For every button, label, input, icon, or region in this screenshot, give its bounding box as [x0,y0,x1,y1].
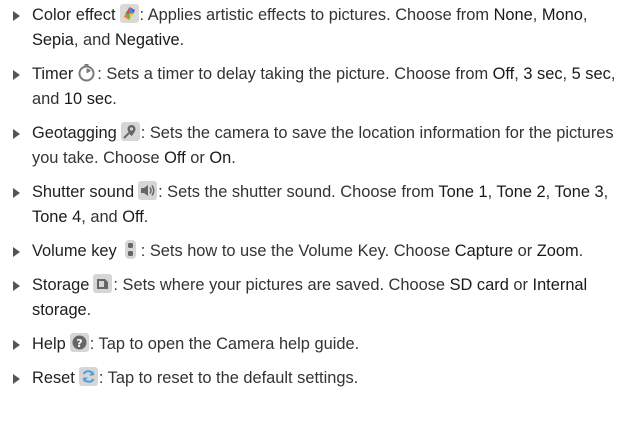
option-value: Tone 4 [32,208,82,226]
volume-key-icon [121,240,140,259]
separator-text: or [513,242,537,260]
option-value: 5 sec [571,65,611,83]
item-description: : Sets a timer to delay taking the pictu… [97,65,493,83]
svg-text:?: ? [76,337,82,350]
settings-description-list: Color effect : Applies artistic effects t… [0,0,629,421]
shutter-sound-icon [138,181,158,200]
option-value: SD card [449,276,509,294]
storage-icon [93,274,113,293]
option-value: Off [122,208,144,226]
option-value: Mono [541,6,583,24]
bullet-icon [13,247,20,257]
bullet-icon [13,281,20,291]
separator-text: . [112,90,117,108]
separator-text: , [582,6,588,24]
option-value: 3 sec [523,65,563,83]
list-item-volume-key: Volume key : Sets how to use the Volume K… [8,239,621,264]
item-description: : Sets the shutter sound. Choose from [158,183,439,201]
list-item-geotagging: Geotagging: Sets the camera to save the … [8,121,621,171]
option-value: Negative [114,31,180,49]
item-name: Geotagging [32,124,117,142]
separator-text: , [532,6,542,24]
bullet-icon [13,374,20,384]
option-value: Sepia [32,31,74,49]
option-value: Tone 2 [496,183,546,201]
option-value: 10 sec [63,90,113,108]
option-value: On [209,149,232,167]
item-description: : Tap to open the Camera help guide. [89,335,360,353]
separator-text: . [179,31,185,49]
item-name: Help [32,335,66,353]
reset-icon [78,367,98,386]
separator-text: or [185,149,210,167]
option-value: Zoom [536,242,579,260]
list-item-timer: Timer : Sets a timer to delay taking the … [8,62,621,112]
separator-text: , and [73,31,115,49]
item-description: : Sets the camera to save the location i… [32,124,614,167]
option-value: Off [164,149,186,167]
option-value: Capture [454,242,514,260]
option-value: Tone 3 [554,183,604,201]
color-effect-icon [119,4,139,23]
option-value: Off [492,65,515,83]
list-item-shutter-sound: Shutter sound : Sets the shutter sound. C… [8,180,621,230]
separator-text: . [143,208,149,226]
item-name: Reset [32,369,75,387]
bullet-icon [13,340,20,350]
item-description: : Sets where your pictures are saved. Ch… [113,276,450,294]
separator-text: , [603,183,609,201]
list-item-color-effect: Color effect : Applies artistic effects t… [8,3,621,53]
list-item-reset: Reset : Tap to reset to the default setti… [8,366,621,391]
separator-text: , and [81,208,123,226]
list-item-storage: Storage : Sets where your pictures are sa… [8,273,621,323]
bullet-icon [13,70,20,80]
item-name: Volume key [32,242,117,260]
item-description: : Applies artistic effects to pictures. … [139,6,494,24]
item-name: Storage [32,276,90,294]
geotagging-icon [120,122,140,141]
help-icon: ? [69,333,89,352]
item-description: : Sets how to use the Volume Key. Choose [140,242,455,260]
item-name: Timer [32,65,74,83]
bullet-icon [13,188,20,198]
separator-text: , [562,65,572,83]
separator-text: , [514,65,524,83]
option-value: None [493,6,533,24]
bullet-icon [13,11,20,21]
separator-text: or [508,276,533,294]
bullet-icon [13,129,20,139]
timer-icon [77,63,96,82]
item-name: Shutter sound [32,183,135,201]
item-name: Color effect [32,6,116,24]
separator-text: . [578,242,584,260]
separator-text: . [86,301,92,319]
item-description: : Tap to reset to the default settings. [98,369,359,387]
option-value: Tone 1 [438,183,488,201]
separator-text: . [231,149,236,167]
list-item-help: Help? : Tap to open the Camera help guide… [8,332,621,357]
